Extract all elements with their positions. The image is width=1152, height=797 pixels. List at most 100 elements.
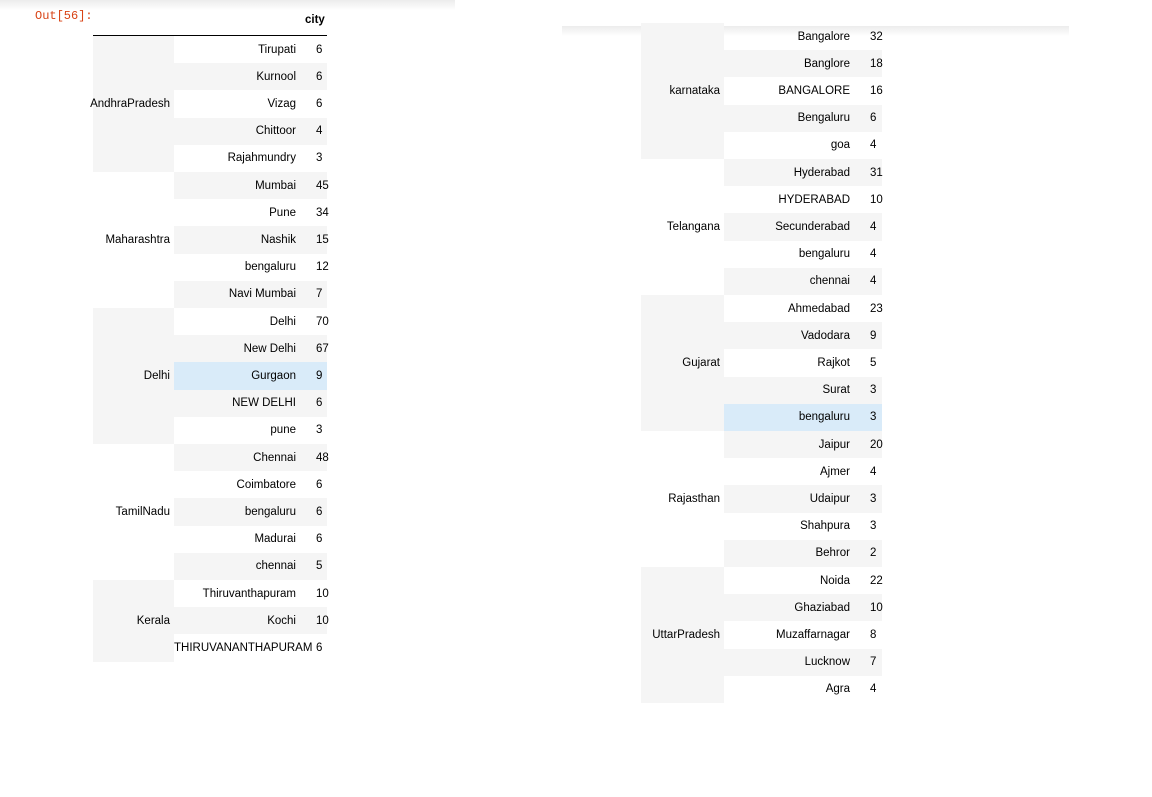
table-row: Udaipur 3 [724, 485, 882, 513]
city-cell: Coimbatore [236, 478, 296, 491]
count-cell: 3 [870, 492, 877, 505]
table-row: NEW DELHI 6 [174, 389, 327, 417]
city-cell: Bangalore [797, 30, 850, 43]
table-row: bengaluru 3 [724, 403, 882, 431]
count-cell: 48 [316, 451, 329, 464]
count-cell: 67 [316, 342, 329, 355]
city-cell: Surat [822, 384, 851, 397]
count-cell: 6 [316, 70, 323, 83]
table-row: Chittoor 4 [174, 117, 327, 145]
city-cell: Hyderabad [793, 166, 850, 179]
city-cell: Mumbai [255, 179, 296, 192]
city-cell: chennai [809, 275, 850, 288]
count-cell: 6 [316, 43, 323, 56]
count-cell: 6 [316, 533, 323, 546]
state-label: Rajasthan [668, 493, 720, 505]
table-row: Muzaffarnagar 8 [724, 621, 882, 648]
table-row: THIRUVANANTHAPURAM 6 [174, 634, 327, 661]
city-cell: BANGALORE [778, 84, 850, 97]
table-row: goa 4 [724, 132, 882, 159]
table-row: Nashik 15 [174, 226, 329, 254]
count-cell: 45 [316, 179, 329, 192]
city-cell: Thiruvanthapuram [202, 587, 296, 600]
city-cell: Jaipur [818, 438, 850, 451]
table-row: pune 3 [174, 417, 327, 444]
table-row: Lucknow 7 [724, 648, 882, 676]
count-cell: 15 [316, 233, 329, 246]
city-cell: New Delhi [243, 342, 296, 355]
city-cell: bengaluru [244, 505, 296, 518]
table-row: Banglore 18 [724, 50, 883, 78]
table-row: chennai 5 [174, 552, 327, 580]
table-row: chennai 4 [724, 267, 882, 295]
count-cell: 32 [870, 30, 883, 43]
table-row: Tirupati 6 [174, 36, 327, 63]
table-row: Madurai 6 [174, 526, 327, 553]
table-row: Secunderabad 4 [724, 213, 882, 241]
city-cell: Gurgaon [251, 369, 296, 382]
state-label: Delhi [93, 308, 174, 444]
city-cell: Kochi [267, 614, 296, 627]
city-cell: THIRUVANANTHAPURAM [174, 641, 313, 654]
city-cell: Noida [819, 574, 850, 587]
city-cell: Ghaziabad [794, 601, 850, 614]
count-cell: 3 [870, 520, 877, 533]
count-cell: 16 [870, 84, 883, 97]
count-cell: 3 [316, 424, 323, 437]
table-row: Rajahmundry 3 [174, 145, 327, 172]
column-header-city: city [305, 14, 325, 26]
state-label: UttarPradesh [641, 567, 724, 703]
city-cell: Madurai [254, 533, 296, 546]
state-label: Kerala [93, 580, 174, 662]
table-row: Mumbai 45 [174, 172, 329, 200]
city-cell: Ajmer [819, 465, 850, 478]
count-cell: 23 [870, 302, 883, 315]
count-cell: 18 [870, 57, 883, 70]
count-cell: 4 [870, 139, 877, 152]
count-cell: 4 [316, 125, 323, 138]
city-cell: Chittoor [255, 125, 296, 138]
city-cell: Ahmedabad [787, 302, 850, 315]
count-cell: 34 [316, 206, 329, 219]
state-label: Maharashtra [105, 234, 170, 246]
table-row: bengaluru 4 [724, 241, 882, 268]
count-cell: 10 [316, 614, 329, 627]
table-row: Vadodara 9 [724, 322, 882, 350]
table-row: New Delhi 67 [174, 335, 329, 363]
city-cell: Udaipur [809, 492, 850, 505]
city-cell: Vadodara [800, 329, 850, 342]
city-cell: Lucknow [804, 656, 850, 669]
count-cell: 4 [870, 275, 877, 288]
count-cell: 3 [316, 152, 323, 165]
table-row: Kurnool 6 [174, 63, 327, 91]
count-cell: 7 [316, 288, 323, 301]
count-cell: 6 [316, 478, 323, 491]
city-cell: bengaluru [798, 411, 850, 424]
count-cell: 8 [870, 628, 877, 641]
count-cell: 2 [870, 547, 877, 560]
table-row: Chennai 48 [174, 444, 329, 472]
city-cell: bengaluru [244, 261, 296, 274]
table-row: Coimbatore 6 [174, 471, 327, 498]
count-cell: 31 [870, 166, 883, 179]
count-cell: 5 [870, 356, 877, 369]
table-row: Bangalore 32 [724, 23, 883, 50]
count-cell: 6 [870, 112, 877, 125]
table-row: Agra 4 [724, 676, 882, 703]
table-row: Behror 2 [724, 539, 882, 567]
city-cell: Agra [825, 683, 850, 696]
count-cell: 9 [316, 369, 323, 382]
count-cell: 4 [870, 220, 877, 233]
city-cell: Rajahmundry [227, 152, 296, 165]
table-row: Jaipur 20 [724, 431, 883, 459]
city-cell: Behror [815, 547, 850, 560]
table-row: bengaluru 12 [174, 254, 329, 281]
city-cell: goa [830, 139, 850, 152]
count-cell: 4 [870, 683, 877, 696]
table-row: Ghaziabad 10 [724, 594, 883, 622]
table-row: Navi Mumbai 7 [174, 280, 327, 308]
city-cell: Delhi [269, 315, 296, 328]
table-row: Thiruvanthapuram 10 [174, 580, 329, 607]
table-row: Ajmer 4 [724, 458, 882, 485]
table-row: Surat 3 [724, 376, 882, 404]
